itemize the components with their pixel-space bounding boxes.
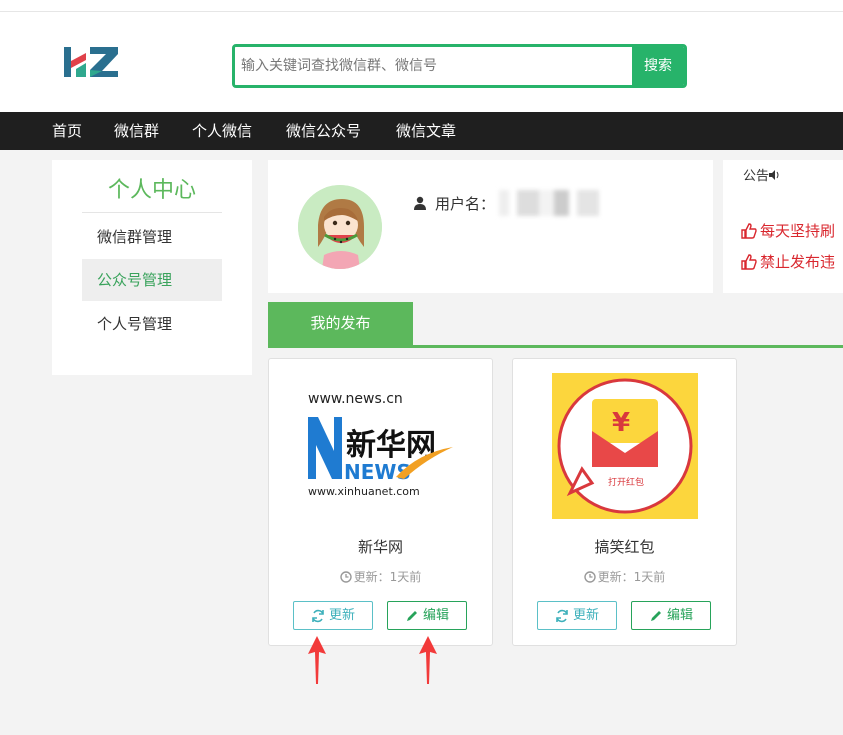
- sidebar-item-personal-account-management[interactable]: 个人号管理: [82, 303, 222, 345]
- clock-icon: [583, 570, 596, 583]
- search-input[interactable]: [235, 47, 633, 85]
- card-title: 搞笑红包: [594, 538, 655, 556]
- site-logo[interactable]: [62, 41, 122, 81]
- xinhua-logo[interactable]: www.news.cn 新华网 NEWS www.xinhuanet.com: [308, 373, 454, 519]
- nav-item-personal-wechat[interactable]: 个人微信: [192, 112, 252, 150]
- avatar-illustration: [298, 185, 382, 269]
- notice-panel: 公告 每天坚持刷 禁止发布违: [723, 160, 843, 293]
- account-card: ¥ 打开红包 搞笑红包 更新：1天前 更新 编辑: [512, 358, 737, 646]
- notice-line-2: 禁止发布违: [741, 251, 835, 272]
- card-title: 新华网: [357, 538, 403, 556]
- red-packet-logo[interactable]: ¥ 打开红包: [552, 373, 698, 519]
- thumbs-up-icon: [741, 222, 757, 239]
- update-button[interactable]: 更新: [293, 601, 373, 630]
- notice-title: 公告: [743, 165, 781, 184]
- edit-button[interactable]: 编辑: [387, 601, 467, 630]
- username-label: 用户名：: [435, 194, 496, 213]
- svg-text:打开红包: 打开红包: [608, 476, 644, 488]
- nav-item-home[interactable]: 首页: [52, 112, 82, 150]
- nav-item-official-accounts[interactable]: 微信公众号: [286, 112, 361, 150]
- publish-tabbar: 我的发布: [268, 302, 843, 348]
- svg-text:www.news.cn: www.news.cn: [308, 391, 403, 407]
- sidebar-item-official-account-management[interactable]: 公众号管理: [82, 259, 222, 301]
- user-icon: [414, 196, 426, 210]
- svg-text:NEWS: NEWS: [344, 460, 411, 484]
- card-update-time: 更新：1天前: [513, 568, 736, 585]
- thumbs-up-icon: [741, 253, 757, 270]
- nav-item-articles[interactable]: 微信文章: [396, 112, 456, 150]
- clock-icon: [339, 570, 352, 583]
- edit-button[interactable]: 编辑: [631, 601, 711, 630]
- pencil-icon: [406, 610, 417, 621]
- sidebar: 个人中心 微信群管理 公众号管理 个人号管理: [52, 160, 252, 375]
- profile-panel: 用户名：: [268, 160, 713, 293]
- top-strip: [0, 0, 843, 12]
- nav-item-wechat-groups[interactable]: 微信群: [114, 112, 159, 150]
- account-card: www.news.cn 新华网 NEWS www.xinhuanet.com 新…: [268, 358, 493, 646]
- svg-text:www.xinhuanet.com: www.xinhuanet.com: [308, 485, 420, 498]
- tab-my-posts[interactable]: 我的发布: [268, 302, 413, 345]
- sidebar-item-group-management[interactable]: 微信群管理: [82, 216, 222, 258]
- avatar[interactable]: [298, 185, 382, 269]
- username-value-blurred: [499, 190, 600, 216]
- svg-text:¥: ¥: [612, 408, 630, 438]
- main-nav: 首页 微信群 个人微信 微信公众号 微信文章: [0, 112, 843, 150]
- speaker-icon: [769, 170, 779, 180]
- search-button[interactable]: 搜索: [632, 47, 684, 85]
- refresh-icon: [556, 609, 568, 622]
- refresh-icon: [312, 609, 324, 622]
- username-row: 用户名：: [413, 190, 600, 216]
- annotation-arrow-icon: [308, 636, 326, 684]
- header: 搜索: [0, 12, 843, 112]
- notice-line-1: 每天坚持刷: [741, 220, 835, 241]
- annotation-arrow-icon: [419, 636, 437, 684]
- sidebar-title: 个人中心: [82, 172, 222, 213]
- pencil-icon: [650, 610, 661, 621]
- card-update-time: 更新：1天前: [269, 568, 492, 585]
- update-button[interactable]: 更新: [537, 601, 617, 630]
- search-bar: 搜索: [232, 44, 687, 88]
